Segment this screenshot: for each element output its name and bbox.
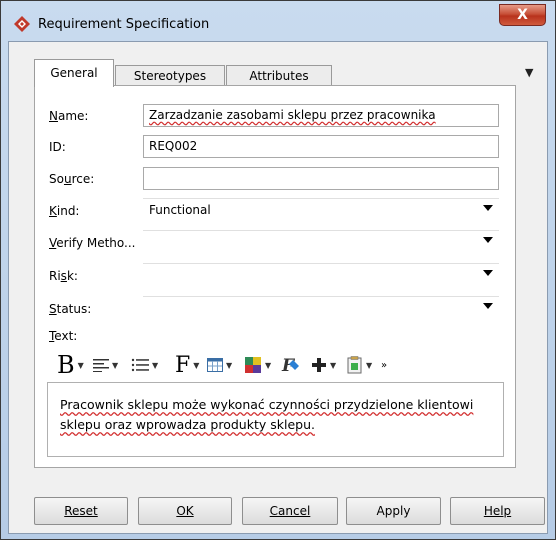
text-value: Pracownik sklepu może wykonać czynności … [60, 397, 474, 432]
tab-attributes[interactable]: Attributes [226, 65, 332, 87]
verify-method-select[interactable] [143, 230, 499, 253]
source-label: Source: [49, 172, 95, 186]
tab-label: General [50, 66, 98, 80]
risk-select[interactable] [143, 263, 499, 286]
ok-button[interactable]: OK [138, 497, 232, 525]
more-tools-icon[interactable]: » [381, 351, 387, 379]
tab-label: Attributes [249, 69, 309, 83]
name-value: Zarzadzanie zasobami sklepu przez pracow… [149, 108, 436, 122]
kind-select[interactable]: Functional [143, 198, 499, 221]
verify-method-label: Verify Metho... [49, 236, 136, 250]
close-button[interactable]: X [499, 4, 546, 26]
list-icon[interactable]: ▼ [131, 351, 158, 379]
source-field[interactable] [143, 167, 499, 190]
id-label: ID: [49, 140, 66, 154]
risk-label: Risk: [49, 269, 78, 283]
status-label: Status: [49, 302, 92, 316]
apply-button[interactable]: Apply [346, 497, 441, 525]
dialog-window: Requirement Specification X ▼ General St… [0, 0, 556, 540]
reset-button[interactable]: Reset [34, 497, 128, 525]
id-value: REQ002 [149, 139, 198, 153]
text-toolbar: B ▼ ▼ ▼ F ▼ ▼ ▼ F ▼ ▼ » [57, 351, 507, 379]
color-icon[interactable]: ▼ [244, 351, 271, 379]
window-title: Requirement Specification [38, 17, 210, 32]
add-icon[interactable]: ▼ [311, 351, 336, 379]
chevron-down-icon [483, 237, 493, 243]
name-label: Name: [49, 109, 89, 123]
tab-general[interactable]: General [34, 59, 114, 87]
tab-overflow-icon[interactable]: ▼ [525, 66, 533, 79]
font-icon[interactable]: F ▼ [175, 351, 199, 379]
text-editor[interactable]: Pracownik sklepu może wykonać czynności … [47, 382, 504, 457]
chevron-down-icon [483, 270, 493, 276]
kind-value: Functional [149, 203, 211, 217]
status-select[interactable] [143, 296, 499, 319]
cancel-button[interactable]: Cancel [242, 497, 338, 525]
tab-stereotypes[interactable]: Stereotypes [115, 65, 225, 87]
bold-icon[interactable]: B ▼ [57, 351, 84, 379]
kind-label: Kind: [49, 204, 80, 218]
title-bar[interactable]: Requirement Specification X [1, 1, 555, 41]
help-button[interactable]: Help [450, 497, 545, 525]
format-icon[interactable]: F [281, 351, 301, 379]
text-label: Text: [49, 329, 78, 343]
align-icon[interactable]: ▼ [93, 351, 118, 379]
table-icon[interactable]: ▼ [207, 351, 232, 379]
name-field[interactable]: Zarzadzanie zasobami sklepu przez pracow… [143, 104, 499, 127]
general-panel: Name: Zarzadzanie zasobami sklepu przez … [34, 85, 516, 468]
app-icon [14, 16, 30, 32]
tab-label: Stereotypes [133, 69, 207, 83]
id-field[interactable]: REQ002 [143, 135, 499, 158]
insert-icon[interactable]: ▼ [347, 351, 372, 379]
chevron-down-icon [483, 205, 493, 211]
chevron-down-icon [483, 303, 493, 309]
